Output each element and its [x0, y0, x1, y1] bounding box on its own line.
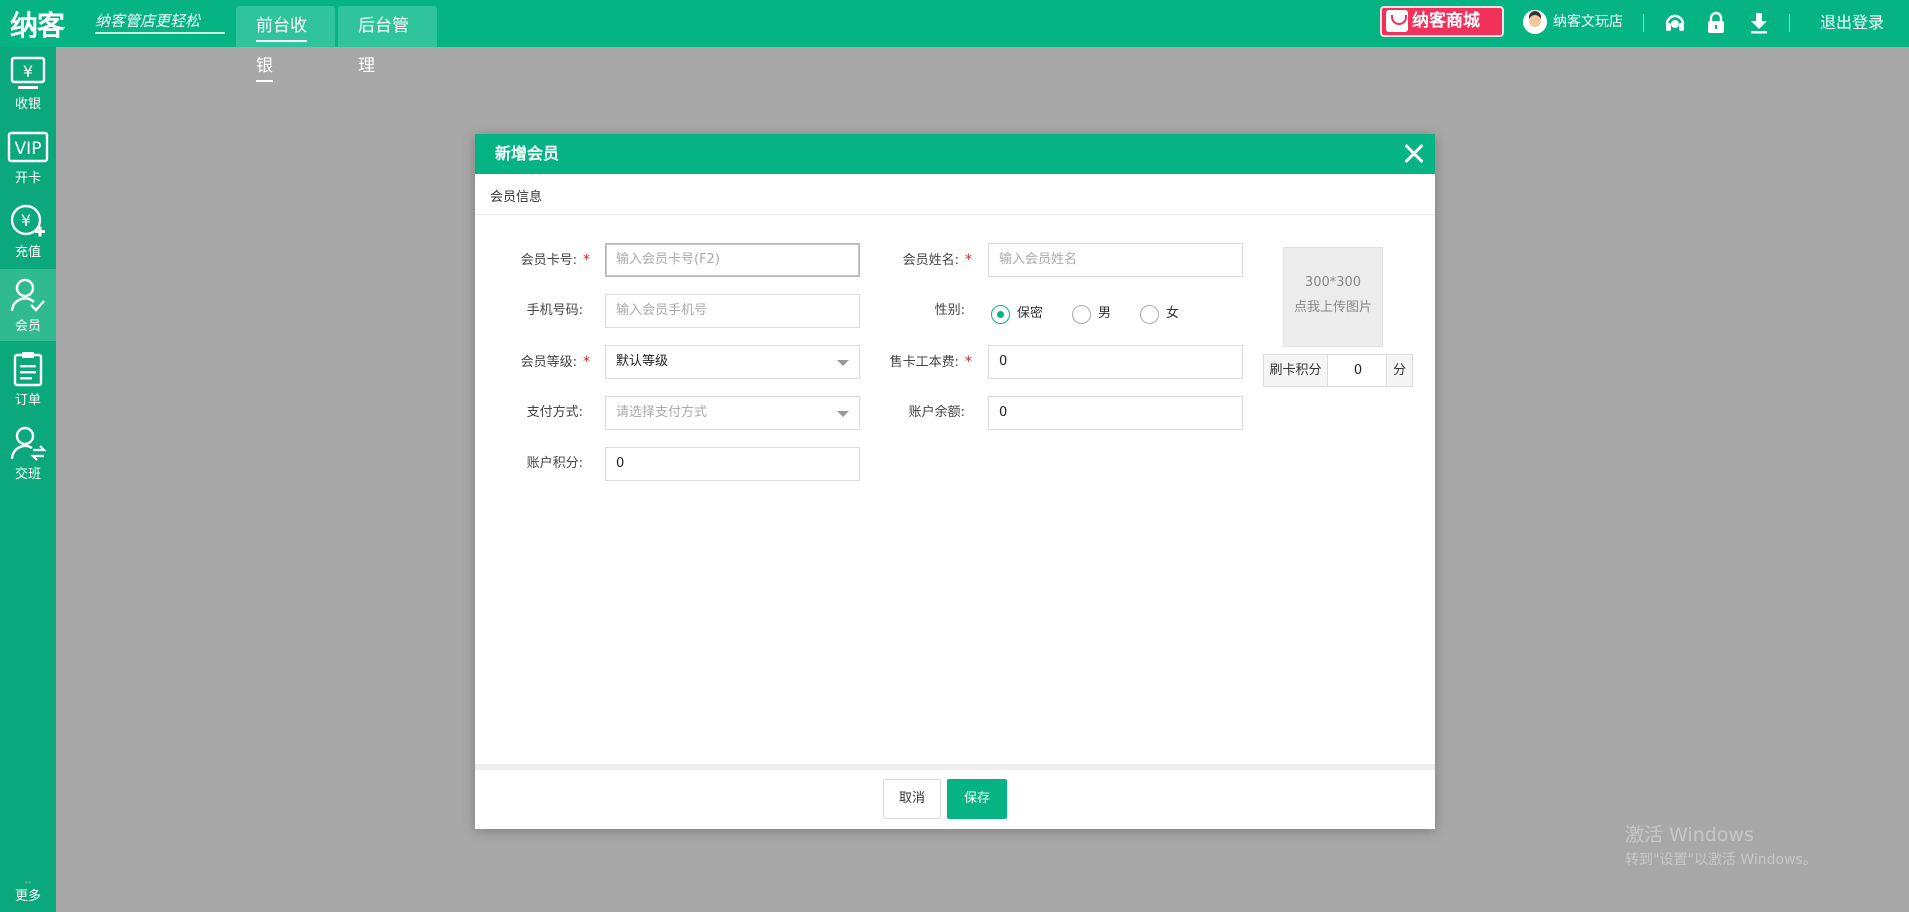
sidebar-item-orders[interactable]: 订单	[0, 343, 56, 415]
tab-back-admin[interactable]: 后台管理	[338, 6, 437, 76]
sidebar-item-label: 充值	[14, 245, 41, 260]
svg-text:¥: ¥	[21, 211, 31, 230]
gender-radio-female[interactable]: 女	[1140, 297, 1179, 331]
payment-placeholder: 请选择支付方式	[616, 405, 708, 420]
dialog-header: 新增会员	[475, 134, 1435, 174]
section-title: 会员信息	[490, 190, 543, 205]
upload-size: 300*300	[1304, 275, 1362, 290]
chevron-down-icon	[837, 360, 849, 366]
headset-icon[interactable]	[1663, 11, 1687, 35]
name-input[interactable]: 输入会员姓名	[988, 243, 1243, 277]
sidebar-item-shift[interactable]: 交班	[0, 417, 56, 489]
avatar-upload[interactable]: 300*300 点我上传图片	[1283, 247, 1383, 347]
divider	[1789, 14, 1790, 32]
footer-divider	[475, 764, 1435, 770]
more-dots: ..	[24, 875, 32, 886]
phone-label: 手机号码:	[526, 303, 583, 318]
recharge-icon: ¥	[10, 204, 45, 237]
svg-text:VIP: VIP	[15, 139, 42, 159]
tab-front-cashier[interactable]: 前台收银	[236, 6, 335, 82]
required-mark: *	[583, 252, 590, 268]
points-label: 账户积分:	[526, 456, 583, 471]
close-icon[interactable]	[1401, 141, 1427, 167]
save-button[interactable]: 保存	[947, 779, 1007, 819]
swipe-points-label: 刷卡积分	[1264, 355, 1328, 386]
required-mark: *	[965, 354, 972, 370]
swipe-points-unit: 分	[1386, 355, 1412, 386]
vip-card-icon: VIP	[7, 131, 49, 163]
swipe-points-field: 刷卡积分 0 分	[1263, 354, 1413, 387]
shopping-bag-icon	[1386, 10, 1408, 32]
upload-hint: 点我上传图片	[1293, 300, 1372, 315]
sidebar-item-label: 订单	[14, 393, 41, 408]
watermark-subtitle: 转到"设置"以激活 Windows。	[1625, 852, 1817, 868]
sidebar-item-cashier[interactable]: ¥ 收银	[0, 47, 56, 119]
sidebar: ¥ 收银 VIP 开卡 ¥ 充值 会员 订单 交班 .. 更多	[0, 47, 56, 912]
radio-label: 保密	[1017, 306, 1044, 321]
divider	[475, 214, 1435, 215]
sidebar-item-open-card[interactable]: VIP 开卡	[0, 121, 56, 193]
add-member-dialog: 新增会员 会员信息 会员卡号: * 输入会员卡号(F2) 会员姓名: * 输入会员姓…	[475, 134, 1435, 829]
card-fee-label: 售卡工本费: *	[889, 354, 972, 370]
sidebar-item-member[interactable]: 会员	[0, 269, 56, 341]
svg-text:¥: ¥	[23, 62, 33, 81]
slogan-underline	[95, 32, 225, 34]
mall-label: 纳客商城	[1412, 11, 1480, 31]
balance-input[interactable]: 0	[988, 396, 1243, 430]
radio-label: 男	[1098, 306, 1112, 321]
gender-label: 性别:	[934, 303, 965, 318]
order-icon	[13, 352, 43, 387]
more-label: 更多	[14, 889, 41, 904]
card-no-label: 会员卡号: *	[520, 252, 590, 268]
radio-dot	[1072, 305, 1091, 324]
sidebar-item-label: 会员	[14, 319, 41, 334]
radio-dot	[991, 305, 1010, 324]
name-label: 会员姓名: *	[902, 252, 972, 268]
top-bar: 纳客 纳客管店更轻松 前台收银 后台管理 纳客商城 纳客文玩店 退出登录	[0, 0, 1909, 82]
sidebar-item-label: 开卡	[14, 171, 41, 186]
level-select[interactable]: 默认等级	[605, 345, 860, 379]
mall-button[interactable]: 纳客商城	[1380, 6, 1504, 37]
download-icon[interactable]	[1747, 11, 1771, 35]
required-mark: *	[965, 252, 972, 268]
payment-select[interactable]: 请选择支付方式	[605, 396, 860, 430]
activation-watermark: 激活 Windows 转到"设置"以激活 Windows。	[1625, 820, 1817, 869]
user-menu[interactable]: 纳客文玩店	[1523, 10, 1623, 34]
sidebar-item-label: 交班	[14, 467, 41, 482]
phone-input[interactable]: 输入会员手机号	[605, 294, 860, 328]
cancel-button[interactable]: 取消	[883, 779, 941, 819]
level-label: 会员等级: *	[520, 354, 590, 370]
app-logo: 纳客	[10, 9, 65, 42]
tab-front-cashier-label: 前台收银	[256, 16, 307, 82]
cash-register-icon: ¥	[10, 56, 46, 89]
required-mark: *	[583, 354, 590, 370]
tab-back-admin-label: 后台管理	[358, 16, 409, 76]
member-icon	[10, 278, 45, 312]
balance-label: 账户余额:	[908, 405, 965, 420]
app-slogan: 纳客管店更轻松	[95, 12, 201, 30]
payment-label: 支付方式:	[526, 405, 583, 420]
radio-dot	[1140, 305, 1159, 324]
swipe-points-input[interactable]: 0	[1328, 355, 1388, 386]
dialog-title: 新增会员	[495, 144, 560, 163]
card-fee-input[interactable]: 0	[988, 345, 1243, 379]
avatar	[1523, 10, 1547, 34]
sidebar-item-recharge[interactable]: ¥ 充值	[0, 195, 56, 267]
sidebar-more[interactable]: .. 更多	[0, 875, 56, 905]
points-input[interactable]: 0	[605, 447, 860, 481]
radio-label: 女	[1166, 306, 1180, 321]
gender-radio-secret[interactable]: 保密	[991, 297, 1043, 331]
logout-button[interactable]: 退出登录	[1820, 10, 1884, 36]
level-value: 默认等级	[616, 354, 669, 369]
sidebar-item-label: 收银	[14, 97, 41, 112]
lock-icon[interactable]	[1704, 11, 1728, 35]
shift-handover-icon	[10, 426, 47, 461]
divider	[1643, 14, 1644, 32]
card-no-input[interactable]: 输入会员卡号(F2)	[605, 243, 860, 277]
gender-radio-male[interactable]: 男	[1072, 297, 1111, 331]
chevron-down-icon	[837, 411, 849, 417]
user-name: 纳客文玩店	[1553, 14, 1623, 30]
watermark-title: 激活 Windows	[1625, 824, 1754, 846]
